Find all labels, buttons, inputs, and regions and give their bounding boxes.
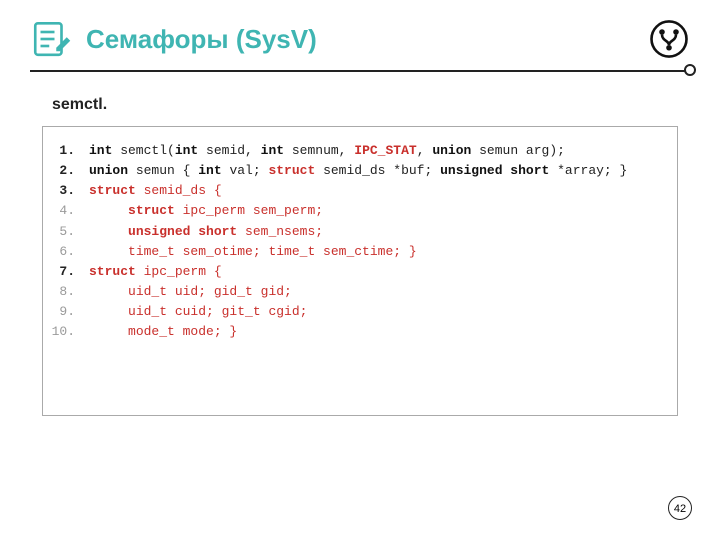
code-text: struct semid_ds { bbox=[89, 181, 222, 201]
code-line: 2. union semun { int val; struct semid_d… bbox=[49, 161, 667, 181]
line-number: 7. bbox=[49, 262, 89, 282]
line-number: 2. bbox=[49, 161, 89, 181]
code-text: union semun { int val; struct semid_ds *… bbox=[89, 161, 627, 181]
page-number-badge: 42 bbox=[668, 496, 692, 520]
line-number: 3. bbox=[49, 181, 89, 201]
code-line: 6. time_t sem_otime; time_t sem_ctime; } bbox=[49, 242, 667, 262]
line-number: 9. bbox=[49, 302, 89, 322]
line-number: 6. bbox=[49, 242, 89, 262]
code-text: mode_t mode; } bbox=[89, 322, 237, 342]
page-title: Семафоры (SysV) bbox=[86, 24, 317, 55]
code-text: time_t sem_otime; time_t sem_ctime; } bbox=[89, 242, 417, 262]
code-line: 10. mode_t mode; } bbox=[49, 322, 667, 342]
code-block: 1. int semctl(int semid, int semnum, IPC… bbox=[42, 126, 678, 416]
code-text: int semctl(int semid, int semnum, IPC_ST… bbox=[89, 141, 565, 161]
code-line: 1. int semctl(int semid, int semnum, IPC… bbox=[49, 141, 667, 161]
code-line: 9. uid_t cuid; git_t cgid; bbox=[49, 302, 667, 322]
code-line: 7. struct ipc_perm { bbox=[49, 262, 667, 282]
line-number: 10. bbox=[49, 322, 89, 342]
line-number: 8. bbox=[49, 282, 89, 302]
notepad-pencil-icon bbox=[30, 18, 72, 60]
code-text: struct ipc_perm { bbox=[89, 262, 222, 282]
code-text: uid_t uid; gid_t gid; bbox=[89, 282, 292, 302]
code-text: unsigned short sem_nsems; bbox=[89, 222, 323, 242]
divider bbox=[30, 70, 690, 72]
line-number: 4. bbox=[49, 201, 89, 221]
line-number: 5. bbox=[49, 222, 89, 242]
code-line: 5. unsigned short sem_nsems; bbox=[49, 222, 667, 242]
code-line: 8. uid_t uid; gid_t gid; bbox=[49, 282, 667, 302]
code-text: uid_t cuid; git_t cgid; bbox=[89, 302, 307, 322]
code-line: 3. struct semid_ds { bbox=[49, 181, 667, 201]
section-subhead: semctl. bbox=[52, 96, 720, 114]
code-text: struct ipc_perm sem_perm; bbox=[89, 201, 323, 221]
line-number: 1. bbox=[49, 141, 89, 161]
git-branch-icon bbox=[648, 18, 690, 60]
code-line: 4. struct ipc_perm sem_perm; bbox=[49, 201, 667, 221]
